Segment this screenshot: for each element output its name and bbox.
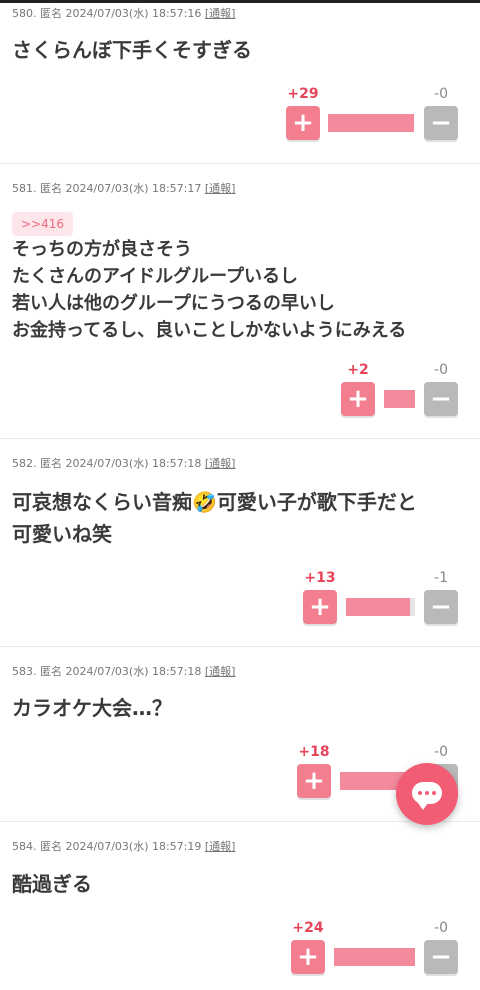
plus-button[interactable]: +: [286, 106, 320, 140]
minus-count: -0: [434, 362, 448, 378]
comment-581: 581. 匿名 2024/07/03(水) 18:57:17 [通報] >>41…: [0, 164, 480, 439]
minus-count: -0: [434, 744, 448, 760]
anchor-link[interactable]: >>416: [12, 212, 74, 236]
vote-ratio-bar: [384, 390, 415, 408]
comment-meta: 582. 匿名 2024/07/03(水) 18:57:18 [通報]: [12, 457, 236, 470]
minus-button[interactable]: −: [424, 382, 458, 416]
minus-button[interactable]: −: [424, 940, 458, 974]
comment-meta: 581. 匿名 2024/07/03(水) 18:57:17 [通報]: [12, 182, 236, 195]
plus-button[interactable]: +: [303, 590, 337, 624]
vote-widget: +13 -1 + −: [0, 570, 480, 630]
comment-body: そっちの方が良さそう たくさんのアイドルグループいるし 若い人は他のグループにう…: [12, 239, 407, 341]
comment-584: 584. 匿名 2024/07/03(水) 18:57:19 [通報] 酷過ぎる…: [0, 822, 480, 990]
vote-widget: +29 -0 + −: [0, 86, 480, 146]
plus-count: +13: [304, 570, 336, 586]
plus-count: +2: [347, 362, 369, 378]
minus-button[interactable]: −: [424, 106, 458, 140]
vote-widget: +2 -0 + −: [0, 362, 480, 422]
report-link[interactable]: [通報]: [205, 182, 236, 195]
vote-widget: +24 -0 + −: [0, 920, 480, 980]
report-link[interactable]: [通報]: [205, 457, 236, 470]
plus-button[interactable]: +: [291, 940, 325, 974]
minus-button[interactable]: −: [424, 590, 458, 624]
comment-580: 580. 匿名 2024/07/03(水) 18:57:16 [通報] さくらん…: [0, 0, 480, 164]
comment-body: 酷過ぎる: [12, 872, 92, 896]
post-comment-button[interactable]: [396, 763, 458, 825]
vote-ratio-bar: [334, 948, 415, 966]
comment-meta: 580. 匿名 2024/07/03(水) 18:57:16 [通報]: [12, 7, 236, 20]
vote-ratio-bar: [328, 114, 414, 132]
report-link[interactable]: [通報]: [205, 7, 236, 20]
plus-count: +29: [287, 86, 319, 102]
plus-count: +18: [298, 744, 330, 760]
comment-bubble-icon: [412, 782, 442, 810]
minus-count: -1: [434, 570, 448, 586]
plus-button[interactable]: +: [341, 382, 375, 416]
comment-meta: 583. 匿名 2024/07/03(水) 18:57:18 [通報]: [12, 665, 236, 678]
comment-body: カラオケ大会…？: [12, 696, 172, 720]
comment-body: 可哀想なくらい音痴🤣可愛い子が歌下手だと 可愛いね笑: [12, 490, 417, 546]
comment-582: 582. 匿名 2024/07/03(水) 18:57:18 [通報] 可哀想な…: [0, 439, 480, 647]
minus-count: -0: [434, 86, 448, 102]
plus-count: +24: [292, 920, 324, 936]
comment-body: さくらんぼ下手くそすぎる: [12, 38, 252, 62]
report-link[interactable]: [通報]: [205, 665, 236, 678]
vote-ratio-bar: [346, 598, 415, 616]
comment-meta: 584. 匿名 2024/07/03(水) 18:57:19 [通報]: [12, 840, 236, 853]
report-link[interactable]: [通報]: [205, 840, 236, 853]
plus-button[interactable]: +: [297, 764, 331, 798]
minus-count: -0: [434, 920, 448, 936]
